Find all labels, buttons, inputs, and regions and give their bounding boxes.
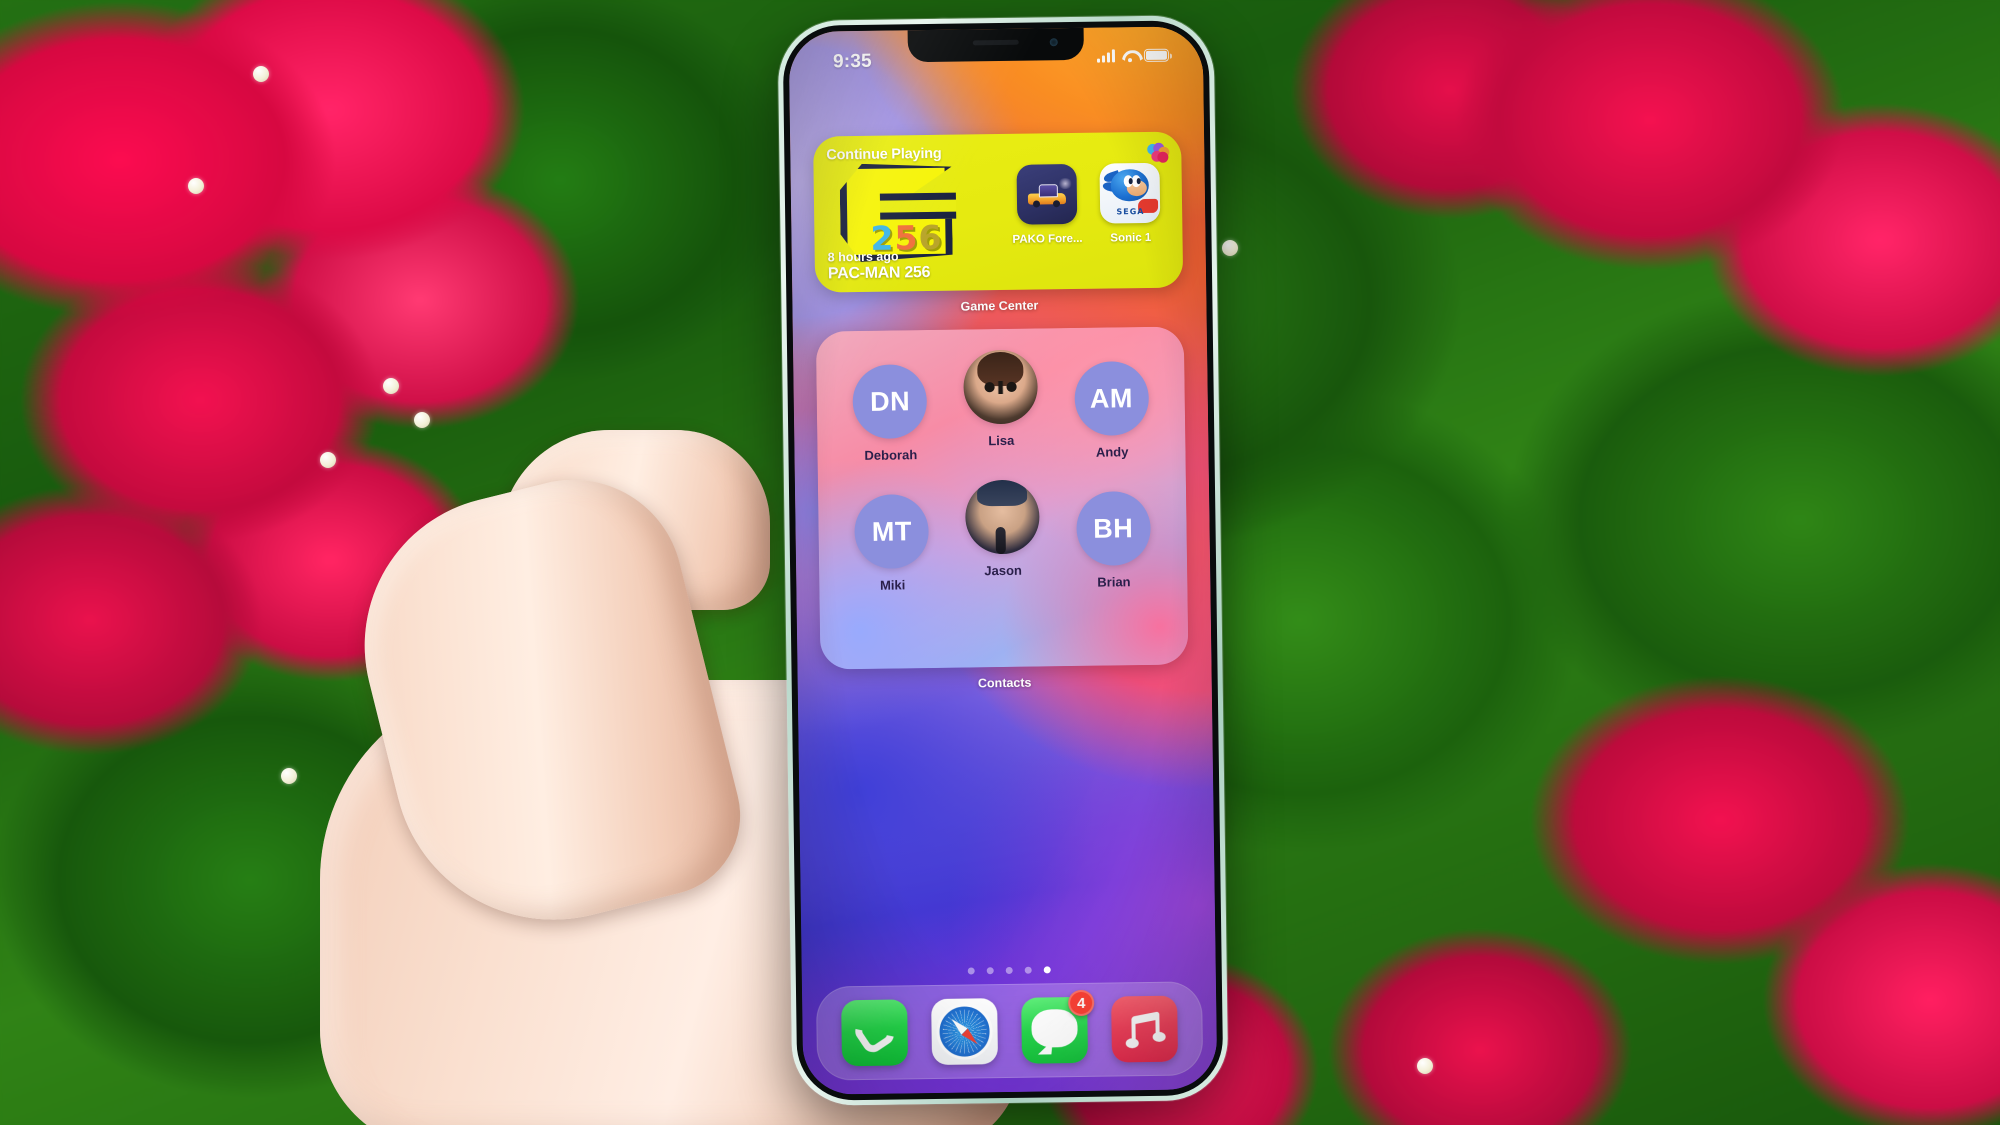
music-note-glyph: [1125, 1010, 1166, 1049]
sega-logo: SEGA: [1116, 206, 1145, 216]
page-dot[interactable]: [1024, 966, 1032, 974]
white-flower: [1222, 240, 1238, 256]
photo-scene: 9:35 Continue Playing 2 5 6 8 hours ago …: [0, 0, 2000, 1125]
status-bar-indicators: [1097, 48, 1170, 63]
safari-app-icon[interactable]: [931, 998, 999, 1066]
wifi-icon: [1121, 49, 1138, 62]
game-app-pako[interactable]: PAKO Fore...: [1009, 163, 1084, 245]
featured-meta: 8 hours ago PAC-MAN 256: [828, 249, 931, 283]
status-bar-time: 9:35: [832, 50, 872, 73]
game-center-widget-wrapper[interactable]: Continue Playing 2 5 6 8 hours ago PAC-M…: [813, 131, 1184, 315]
contact-name: Jason: [984, 562, 1023, 579]
car-wheel: [1052, 199, 1061, 207]
earpiece-speaker: [972, 39, 1019, 46]
page-dot[interactable]: [967, 967, 975, 975]
sonic-pupil-left: [1128, 177, 1133, 184]
contact-name: Miki: [879, 577, 906, 593]
app-name-label: Sonic 1: [1110, 231, 1152, 244]
contact-andy[interactable]: AM Andy: [1063, 360, 1160, 460]
contacts-row: MT Miki Jason BH Brian: [836, 479, 1169, 594]
page-dot-active[interactable]: [1043, 966, 1051, 974]
car-wheel: [1032, 199, 1041, 208]
front-camera: [1049, 38, 1058, 47]
battery-icon: [1143, 48, 1170, 62]
contacts-row: DN Deborah Lisa AM Andy: [834, 349, 1167, 464]
pako-forever-app-icon[interactable]: [1016, 163, 1078, 225]
white-flower: [414, 412, 430, 428]
sonic-pupil-right: [1136, 177, 1141, 184]
last-played-time: 8 hours ago: [827, 249, 899, 265]
white-flower: [253, 66, 269, 82]
iphone-device: 9:35 Continue Playing 2 5 6 8 hours ago …: [777, 15, 1229, 1106]
contact-miki[interactable]: MT Miki: [843, 494, 940, 593]
game-app-sonic[interactable]: SEGA Sonic 1: [1093, 162, 1168, 244]
music-app-icon[interactable]: [1111, 995, 1179, 1063]
avatar[interactable]: DN: [852, 364, 928, 440]
white-flower: [320, 452, 336, 468]
contact-name: Brian: [1097, 574, 1131, 590]
app-name-label: PAKO Fore...: [1012, 232, 1083, 246]
game-center-featured[interactable]: Continue Playing 2 5 6 8 hours ago PAC-M…: [813, 134, 1007, 293]
avatar[interactable]: [964, 479, 1040, 555]
car-cabin: [1038, 183, 1058, 197]
page-dot[interactable]: [986, 967, 994, 975]
contacts-widget[interactable]: DN Deborah Lisa AM Andy MT Miki Jason BH…: [815, 326, 1189, 670]
messages-badge: 4: [1068, 989, 1095, 1017]
contact-name: Andy: [1095, 444, 1129, 460]
game-center-logo-icon: [1147, 142, 1170, 163]
white-flower: [1417, 1058, 1433, 1074]
contacts-widget-wrapper[interactable]: DN Deborah Lisa AM Andy MT Miki Jason BH…: [815, 326, 1189, 692]
contact-deborah[interactable]: DN Deborah: [842, 364, 939, 463]
avatar[interactable]: BH: [1075, 490, 1151, 566]
white-flower: [383, 378, 399, 394]
phone-app-icon[interactable]: [841, 999, 909, 1067]
featured-game-title: PAC-MAN 256: [827, 263, 931, 283]
contact-name: Deborah: [864, 447, 918, 463]
messages-app-icon[interactable]: 4: [1021, 989, 1095, 1064]
avatar[interactable]: MT: [854, 494, 930, 570]
cellular-signal-icon: [1097, 49, 1116, 63]
sonic-1-app-icon[interactable]: SEGA: [1099, 162, 1161, 224]
notch: [907, 26, 1085, 63]
white-flower: [281, 768, 297, 784]
pacman-mouth: [879, 192, 957, 220]
game-center-widget[interactable]: Continue Playing 2 5 6 8 hours ago PAC-M…: [813, 131, 1184, 293]
avatar[interactable]: [963, 349, 1039, 425]
contact-jason[interactable]: Jason: [954, 479, 1051, 591]
continue-playing-header: Continue Playing: [826, 145, 942, 164]
speech-bubble-glyph: [1031, 1009, 1078, 1048]
avatar[interactable]: AM: [1073, 360, 1149, 436]
page-dot[interactable]: [1005, 966, 1013, 975]
phone-screen[interactable]: 9:35 Continue Playing 2 5 6 8 hours ago …: [788, 26, 1218, 1095]
dock: 4: [815, 981, 1204, 1081]
contact-brian[interactable]: BH Brian: [1065, 490, 1162, 590]
car-icon: [1027, 183, 1067, 208]
contact-name: Lisa: [988, 432, 1015, 449]
handset-glyph: [855, 1013, 895, 1053]
white-flower: [188, 178, 204, 194]
contact-lisa[interactable]: Lisa: [952, 349, 1049, 461]
